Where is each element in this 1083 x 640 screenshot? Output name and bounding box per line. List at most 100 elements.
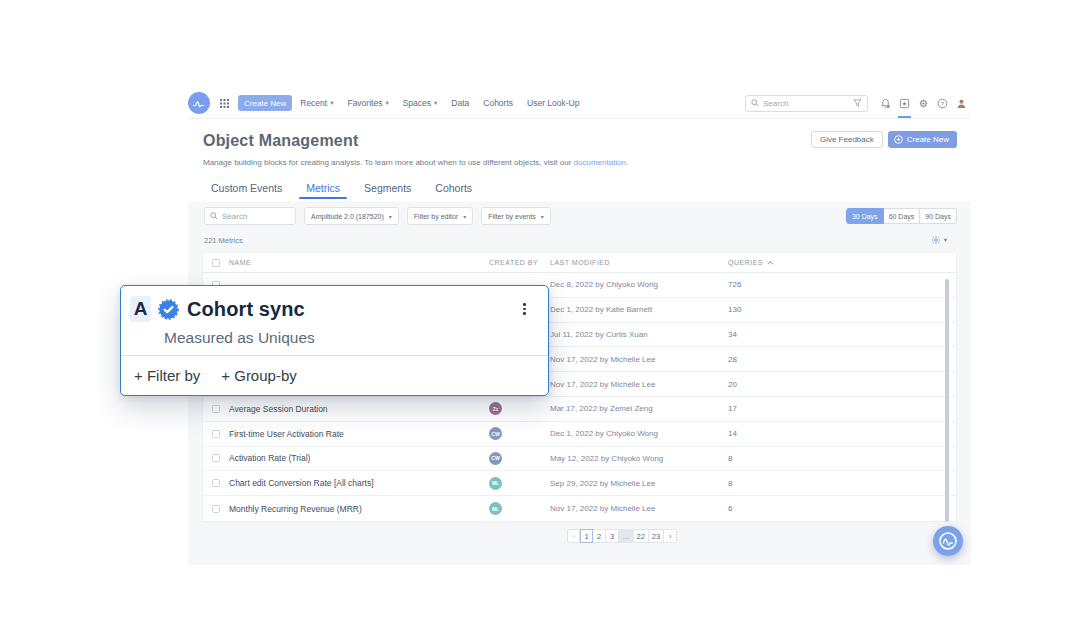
- page-1[interactable]: 1: [580, 529, 593, 543]
- last-modified: Dec 1, 2022 by Katie Barnett: [544, 305, 722, 314]
- row-checkbox[interactable]: [212, 454, 220, 462]
- nav-item-cohorts[interactable]: Cohorts: [483, 98, 513, 108]
- global-search[interactable]: [745, 95, 868, 112]
- create-new-button[interactable]: Create New: [888, 131, 957, 148]
- nav-item-data[interactable]: Data: [451, 98, 469, 108]
- page-3[interactable]: 3: [606, 529, 619, 543]
- range-30-days[interactable]: 30 Days: [846, 208, 884, 224]
- metric-name: Average Session Duration: [229, 404, 483, 414]
- metrics-count: 221 Metrics: [204, 236, 243, 245]
- page-23[interactable]: 23: [649, 529, 664, 543]
- range-90-days[interactable]: 90 Days: [920, 208, 957, 224]
- date-range-toggle: 30 Days60 Days90 Days: [846, 208, 957, 224]
- column-name[interactable]: NAME: [229, 259, 483, 266]
- column-queries[interactable]: QUERIES: [722, 259, 956, 266]
- nav-item-favorites[interactable]: Favorites▾: [347, 98, 388, 108]
- last-modified: May 12, 2022 by Chiyoko Wong: [544, 454, 722, 463]
- nav-item-recent[interactable]: Recent▾: [300, 98, 333, 108]
- tab-segments[interactable]: Segments: [364, 182, 411, 201]
- tab-custom-events[interactable]: Custom Events: [211, 182, 282, 201]
- filter-by-editor-dropdown[interactable]: Filter by editor▾: [407, 207, 473, 225]
- last-modified: Sep 29, 2022 by Michelle Lee: [544, 479, 722, 488]
- dots-page-button: …: [619, 529, 634, 543]
- queries-count: 726: [722, 280, 956, 289]
- row-checkbox[interactable]: [212, 405, 220, 413]
- last-modified: Dec 1, 2022 by Chiyoko Wong: [544, 429, 722, 438]
- queries-count: 130: [722, 305, 956, 314]
- table-row[interactable]: First-time User Activation Rate CW Dec 1, …: [203, 422, 956, 447]
- amplitude-logo-icon[interactable]: [188, 92, 210, 114]
- creator-avatar: CW: [489, 427, 502, 440]
- table-row[interactable]: Chart edit Conversion Rate [All charts]M…: [203, 471, 956, 496]
- table-row[interactable]: Average Session DurationZzMar 17, 2022 b…: [203, 397, 956, 422]
- more-options-kebab-icon[interactable]: [523, 303, 526, 315]
- page-subtitle: Manage building blocks for creating anal…: [188, 158, 971, 167]
- table-row[interactable]: Monthly Recurring Revenue (MRR)MLNov 17,…: [203, 496, 956, 521]
- chevron-down-icon: ▾: [385, 99, 388, 107]
- global-search-input[interactable]: [763, 99, 853, 108]
- table-settings[interactable]: ▾: [931, 235, 947, 245]
- user-avatar-icon[interactable]: [952, 92, 971, 114]
- queries-count: 8: [722, 454, 956, 463]
- settings-gear-icon[interactable]: [914, 92, 933, 114]
- table-search-input[interactable]: [222, 212, 290, 221]
- page-2[interactable]: 2: [593, 529, 606, 543]
- nav-item-spaces[interactable]: Spaces▾: [403, 98, 438, 108]
- page-title: Object Management: [188, 130, 358, 151]
- add-groupby-button[interactable]: + Group-by: [221, 367, 296, 384]
- queries-count: 14: [722, 429, 956, 438]
- metric-name: First-time User Activation Rate: [229, 429, 483, 439]
- table-search[interactable]: [204, 207, 296, 225]
- last-modified: Nov 17, 2022 by Michelle Lee: [544, 504, 722, 513]
- assistant-button[interactable]: [933, 526, 963, 556]
- prev-page-button[interactable]: ‹: [567, 529, 580, 543]
- queries-count: 17: [722, 404, 956, 413]
- tab-metrics[interactable]: Metrics: [306, 182, 340, 201]
- metric-zoom-card: A Cohort sync Measured as Uniques + Filt…: [120, 285, 549, 396]
- apps-grid-icon[interactable]: [220, 99, 229, 108]
- column-created-by[interactable]: CREATED BY: [483, 259, 544, 266]
- page-22[interactable]: 22: [634, 529, 649, 543]
- metric-name: Activation Rate (Trial): [229, 453, 483, 463]
- next-page-button[interactable]: ›: [664, 529, 677, 543]
- tab-cohorts[interactable]: Cohorts: [435, 182, 472, 201]
- search-icon: [751, 99, 759, 107]
- add-filter-button[interactable]: + Filter by: [134, 367, 200, 384]
- table-row[interactable]: Activation Rate (Trial) CW May 12, 2022 by…: [203, 447, 956, 472]
- help-icon[interactable]: ?: [933, 92, 952, 114]
- last-modified: Nov 17, 2022 by Michelle Lee: [544, 380, 722, 389]
- top-nav: Create New Recent▾ Favorites▾ Spaces▾ Data C…: [188, 88, 971, 119]
- last-modified: Jul 11, 2022 by Curtis Xuan: [544, 330, 722, 339]
- range-60-days[interactable]: 60 Days: [884, 208, 921, 224]
- column-last-modified[interactable]: LAST MODIFIED: [544, 259, 722, 266]
- row-checkbox[interactable]: [212, 479, 220, 487]
- whats-new-icon[interactable]: [895, 92, 914, 114]
- documentation-link[interactable]: documentation: [574, 158, 626, 167]
- queries-count: 6: [722, 504, 956, 513]
- creator-avatar: CW: [489, 452, 502, 465]
- last-modified: Nov 17, 2022 by Michelle Lee: [544, 355, 722, 364]
- svg-text:?: ?: [941, 100, 945, 106]
- filter-funnel-icon[interactable]: [853, 99, 862, 107]
- creator-avatar: ML: [489, 477, 502, 490]
- select-all-checkbox[interactable]: [212, 259, 220, 267]
- letter-a-highlight: A: [130, 296, 151, 322]
- chevron-down-icon: ▾: [434, 99, 437, 107]
- chevron-down-icon: ▾: [330, 99, 333, 107]
- table-scrollbar[interactable]: [945, 279, 949, 522]
- last-modified: Dec 8, 2022 by Chiyoko Worig: [544, 280, 722, 289]
- row-checkbox[interactable]: [212, 505, 220, 513]
- notifications-bell-icon[interactable]: [876, 92, 895, 114]
- queries-count: 8: [722, 479, 956, 488]
- metric-name: Monthly Recurring Revenue (MRR): [229, 504, 483, 514]
- metric-title: Cohort sync: [187, 298, 305, 321]
- nav-item-user-look-up[interactable]: User Look-Up: [527, 98, 579, 108]
- row-checkbox[interactable]: [212, 430, 220, 438]
- project-dropdown[interactable]: Amplitude 2.0 (187520)▾: [304, 207, 399, 225]
- metric-measure: Measured as Uniques: [164, 329, 536, 347]
- give-feedback-button[interactable]: Give Feedback: [811, 131, 883, 148]
- queries-count: 20: [722, 380, 956, 389]
- gear-icon: [931, 235, 941, 245]
- filter-by-events-dropdown[interactable]: Filter by events▾: [481, 207, 550, 225]
- nav-create-new-button[interactable]: Create New: [238, 95, 292, 111]
